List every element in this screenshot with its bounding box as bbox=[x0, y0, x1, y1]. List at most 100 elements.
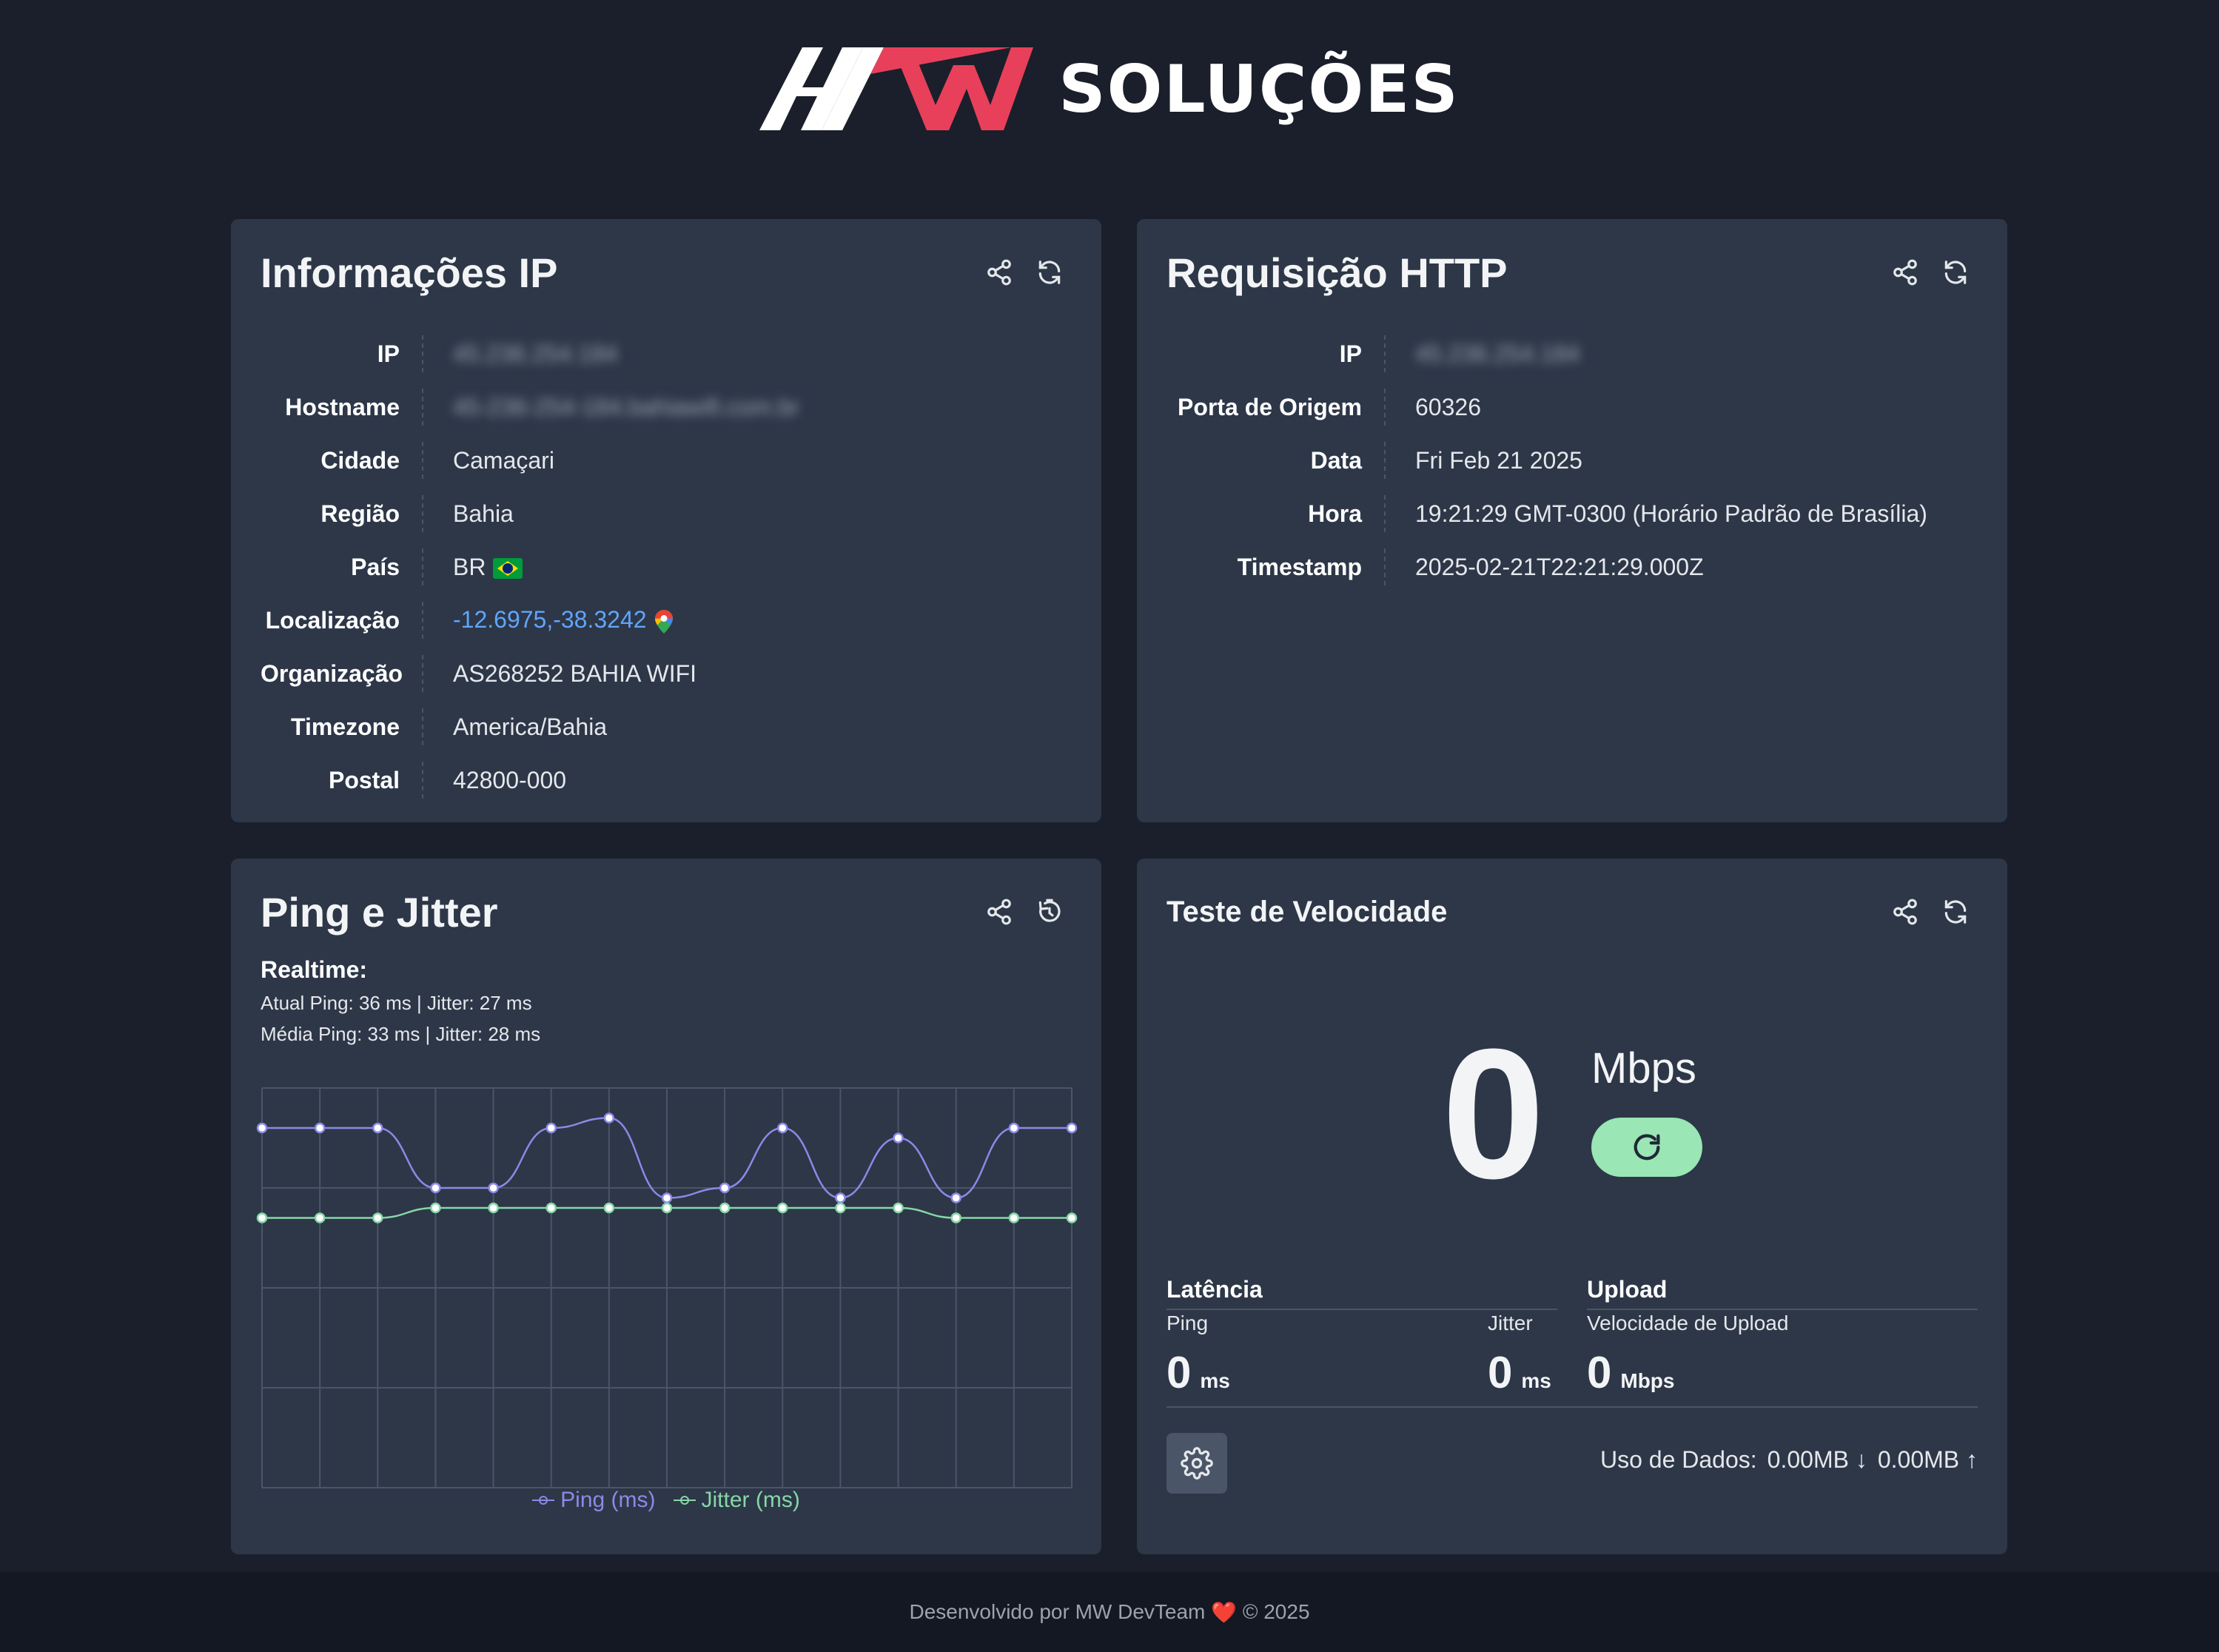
ip-info-card: Informações IP IP 45.236.254.184 Hostnam… bbox=[231, 219, 1101, 822]
jitter-data-point bbox=[603, 1202, 615, 1214]
map-pin-icon[interactable] bbox=[654, 609, 674, 634]
row-label: Organização bbox=[261, 655, 423, 692]
footer: Desenvolvido por MW DevTeam ❤️ © 2025 bbox=[0, 1572, 2219, 1652]
row-label: Timestamp bbox=[1166, 548, 1386, 585]
row-label: IP bbox=[1166, 335, 1386, 372]
ping-data-point bbox=[719, 1182, 731, 1194]
jitter-data-point bbox=[314, 1212, 326, 1223]
download-usage: 0.00MB ↓ bbox=[1767, 1446, 1867, 1473]
ip-card-title: Informações IP bbox=[261, 249, 558, 296]
ping-data-point bbox=[835, 1192, 846, 1203]
start-speed-test-button[interactable] bbox=[1591, 1118, 1702, 1177]
ping-data-point bbox=[314, 1122, 326, 1134]
http-ip-value: 45.236.254.184 bbox=[1415, 340, 1580, 367]
upload-divider bbox=[1587, 1309, 1978, 1310]
ping-data-point bbox=[545, 1122, 557, 1134]
upload-unit: Mbps bbox=[1620, 1369, 1675, 1392]
row-label: IP bbox=[261, 335, 423, 372]
jitter-data-point bbox=[1008, 1212, 1020, 1223]
jitter-data-point bbox=[372, 1212, 383, 1223]
region-row: Região Bahia bbox=[261, 487, 799, 540]
upload-metric: 0 Mbps bbox=[1587, 1347, 1674, 1398]
speed-test-card: Teste de Velocidade 0 Mbps Latência Uplo… bbox=[1137, 859, 2007, 1554]
ping-data-point bbox=[430, 1182, 441, 1194]
jitter-unit: ms bbox=[1521, 1369, 1551, 1392]
country-code: BR bbox=[453, 553, 486, 580]
jitter-data-point bbox=[430, 1202, 441, 1214]
ping-data-point bbox=[1066, 1122, 1078, 1134]
speed-card-title: Teste de Velocidade bbox=[1166, 896, 1448, 928]
jitter-data-point bbox=[777, 1202, 788, 1214]
brazil-flag-icon bbox=[493, 558, 523, 580]
row-label: Data bbox=[1166, 442, 1386, 479]
chart-legend: Ping (ms) Jitter (ms) bbox=[231, 1488, 1101, 1513]
refresh-icon[interactable] bbox=[1035, 258, 1064, 287]
jitter-data-point bbox=[950, 1212, 961, 1223]
date-row: Data Fri Feb 21 2025 bbox=[1166, 434, 1927, 487]
ping-unit: ms bbox=[1200, 1369, 1230, 1392]
refresh-icon[interactable] bbox=[1941, 258, 1970, 287]
ip-value: 45.236.254.184 bbox=[453, 340, 618, 367]
timestamp-value: 2025-02-21T22:21:29.000Z bbox=[1415, 553, 1704, 580]
legend-ping[interactable]: Ping (ms) bbox=[532, 1488, 656, 1513]
row-label: Postal bbox=[261, 762, 423, 799]
hostname-row: Hostname 45-236-254-184.bahiawifi.com.br bbox=[261, 380, 799, 434]
city-value: Camaçari bbox=[453, 446, 554, 474]
location-row: Localização -12.6975,-38.3242 bbox=[261, 594, 799, 647]
ping-jitter-chart bbox=[256, 1087, 1078, 1488]
http-ip-row: IP 45.236.254.184 bbox=[1166, 327, 1927, 380]
legend-ping-marker bbox=[532, 1496, 555, 1505]
jitter-data-point bbox=[893, 1202, 904, 1214]
metrics-divider bbox=[1166, 1406, 1978, 1408]
row-label: Timezone bbox=[261, 708, 423, 745]
data-usage-label: Uso de Dados: bbox=[1599, 1446, 1757, 1473]
ping-data-point bbox=[950, 1192, 961, 1203]
restart-icon bbox=[1634, 1134, 1660, 1161]
country-value: BR bbox=[423, 554, 523, 581]
ping-value: 0 bbox=[1166, 1348, 1192, 1397]
row-label: Cidade bbox=[261, 442, 423, 479]
ping-metric: 0 ms bbox=[1166, 1347, 1230, 1398]
jitter-label: Jitter bbox=[1488, 1312, 1533, 1334]
upload-heading: Upload bbox=[1587, 1276, 1668, 1303]
country-row: País BR bbox=[261, 540, 799, 594]
ping-data-point bbox=[1008, 1122, 1020, 1134]
origin-port-value: 60326 bbox=[1415, 393, 1481, 420]
jitter-data-point bbox=[835, 1202, 846, 1214]
jitter-data-point bbox=[1066, 1212, 1078, 1223]
share-icon[interactable] bbox=[1890, 897, 1920, 927]
share-icon[interactable] bbox=[1890, 258, 1920, 287]
row-label: País bbox=[261, 548, 423, 585]
row-label: Hora bbox=[1166, 495, 1386, 532]
jitter-data-point bbox=[256, 1212, 268, 1223]
ping-data-point bbox=[372, 1122, 383, 1134]
gear-icon bbox=[1181, 1447, 1213, 1480]
city-row: Cidade Camaçari bbox=[261, 434, 799, 487]
http-card-title: Requisição HTTP bbox=[1166, 249, 1508, 296]
location-value: -12.6975,-38.3242 bbox=[423, 606, 674, 634]
speed-value: 0 bbox=[1442, 1010, 1545, 1217]
row-label: Porta de Origem bbox=[1166, 389, 1386, 426]
location-link[interactable]: -12.6975,-38.3242 bbox=[453, 606, 647, 633]
ping-jitter-card: Ping e Jitter Realtime: Atual Ping: 36 m… bbox=[231, 859, 1101, 1554]
origin-port-row: Porta de Origem 60326 bbox=[1166, 380, 1927, 434]
http-card-actions bbox=[1890, 258, 1970, 287]
ping-label: Ping bbox=[1166, 1312, 1209, 1334]
http-info-table: IP 45.236.254.184 Porta de Origem 60326 … bbox=[1166, 327, 1927, 594]
ping-data-point bbox=[603, 1112, 615, 1124]
postal-row: Postal 42800-000 bbox=[261, 753, 799, 807]
jitter-data-point bbox=[661, 1202, 673, 1214]
legend-jitter[interactable]: Jitter (ms) bbox=[673, 1488, 800, 1513]
ping-data-point bbox=[777, 1122, 788, 1134]
share-icon[interactable] bbox=[984, 258, 1014, 287]
jitter-data-point bbox=[488, 1202, 499, 1214]
refresh-icon[interactable] bbox=[1941, 897, 1970, 927]
footer-text: Desenvolvido por MW DevTeam bbox=[909, 1600, 1206, 1623]
ip-row: IP 45.236.254.184 bbox=[261, 327, 799, 380]
timestamp-row: Timestamp 2025-02-21T22:21:29.000Z bbox=[1166, 540, 1927, 594]
postal-value: 42800-000 bbox=[453, 766, 567, 793]
settings-button[interactable] bbox=[1166, 1433, 1227, 1494]
organization-row: Organização AS268252 BAHIA WIFI bbox=[261, 647, 799, 700]
legend-jitter-label: Jitter (ms) bbox=[701, 1488, 800, 1512]
ping-data-point bbox=[893, 1132, 904, 1144]
